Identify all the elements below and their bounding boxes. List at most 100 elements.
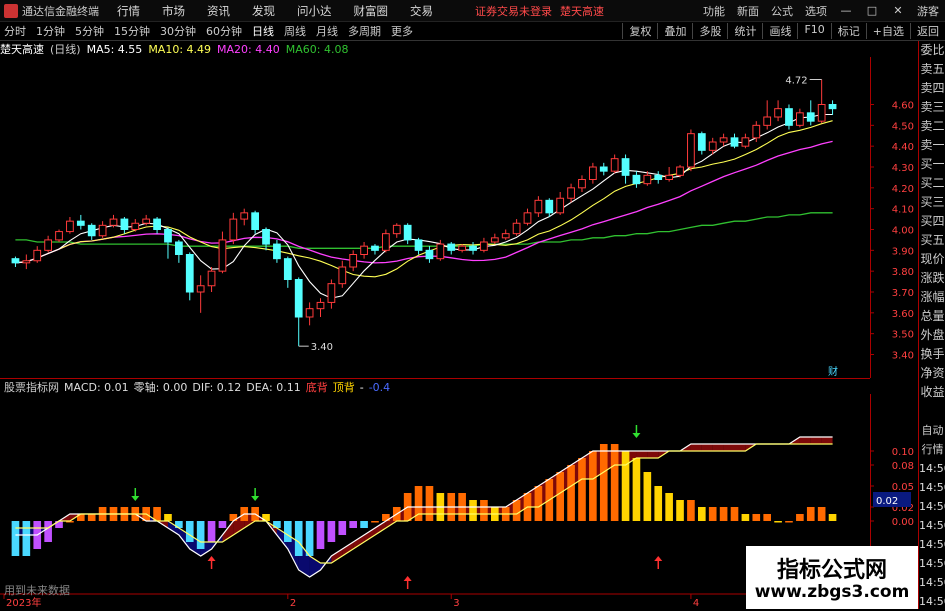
period-30min[interactable]: 30分钟 bbox=[160, 23, 196, 39]
price-tick-label: 3.90 bbox=[892, 246, 914, 257]
guest-label[interactable]: 游客 bbox=[917, 3, 939, 19]
period-15min[interactable]: 15分钟 bbox=[114, 23, 150, 39]
macd-bar bbox=[164, 514, 172, 521]
side-label-17[interactable]: 净资 bbox=[919, 364, 945, 383]
period-month[interactable]: 月线 bbox=[316, 23, 338, 39]
period-60min[interactable]: 60分钟 bbox=[206, 23, 242, 39]
candle-body bbox=[643, 174, 652, 185]
watermark-title: 指标公式网 bbox=[776, 558, 887, 583]
macd-bar bbox=[567, 465, 575, 521]
period-day[interactable]: 日线 bbox=[252, 23, 274, 39]
btn-fuquan[interactable]: 复权 bbox=[622, 23, 657, 39]
dif-dea-ribbon bbox=[734, 444, 746, 451]
side-label-8[interactable]: 买三 bbox=[919, 193, 945, 212]
menu-xuanxiang[interactable]: 选项 bbox=[805, 3, 827, 19]
maximize-icon[interactable]: □ bbox=[865, 4, 879, 17]
candlestick-chart[interactable]: 4.60 4.50 4.40 4.30 4.20 4.10 4.00 3.90 3.80 3.70… bbox=[0, 57, 918, 378]
menu-hangqing[interactable]: 行情 bbox=[117, 3, 140, 19]
price-tick-label: 3.40 bbox=[892, 351, 914, 362]
btn-duogu[interactable]: 多股 bbox=[692, 23, 727, 39]
btn-huaxian[interactable]: 画线 bbox=[762, 23, 797, 39]
period-5min[interactable]: 5分钟 bbox=[75, 23, 104, 39]
side-label-13[interactable]: 涨幅 bbox=[919, 288, 945, 307]
period-toolbar: 分时 1分钟 5分钟 15分钟 30分钟 60分钟 日线 周线 月线 多周期 更… bbox=[0, 22, 945, 41]
side-label-24[interactable]: 14:50 bbox=[919, 497, 945, 516]
side-label-3[interactable]: 卖三 bbox=[919, 98, 945, 117]
side-label-4[interactable]: 卖二 bbox=[919, 117, 945, 136]
btn-diejia[interactable]: 叠加 bbox=[657, 23, 692, 39]
low-price-label: 3.40 bbox=[311, 342, 333, 353]
candle-body bbox=[109, 218, 118, 226]
side-label-28[interactable]: 14:50 bbox=[919, 573, 945, 592]
btn-biaoji[interactable]: 标记 bbox=[830, 23, 866, 39]
period-week[interactable]: 周线 bbox=[284, 23, 306, 39]
menu-gongneng[interactable]: 功能 bbox=[703, 3, 725, 19]
period-fenshi[interactable]: 分时 bbox=[4, 23, 26, 39]
btn-f10[interactable]: F10 bbox=[797, 23, 830, 39]
side-label-7[interactable]: 买二 bbox=[919, 174, 945, 193]
candle-body bbox=[164, 229, 172, 243]
candle-body bbox=[719, 137, 728, 143]
candle-body bbox=[283, 258, 292, 281]
side-label-10[interactable]: 买五 bbox=[919, 231, 945, 250]
side-label-15[interactable]: 外盘 bbox=[919, 326, 945, 345]
menu-caifuquan[interactable]: 财富圈 bbox=[354, 3, 389, 19]
side-label-26[interactable]: 14:50 bbox=[919, 535, 945, 554]
candle-body bbox=[142, 218, 151, 224]
side-label-0[interactable]: 委比 bbox=[919, 41, 945, 60]
side-label-29[interactable]: 14:50 bbox=[919, 592, 945, 611]
btn-fanhui[interactable]: 返回 bbox=[910, 23, 945, 39]
side-label-22[interactable]: 14:50 bbox=[919, 459, 945, 478]
macd-bar bbox=[621, 451, 630, 521]
macd-bar bbox=[556, 472, 564, 521]
candle-body bbox=[33, 249, 42, 262]
candle-body bbox=[501, 233, 510, 239]
side-label-21[interactable]: 行情 bbox=[919, 440, 945, 459]
btn-tongji[interactable]: 统计 bbox=[727, 23, 762, 39]
side-label-11[interactable]: 现价 bbox=[919, 250, 945, 269]
side-label-23[interactable]: 14:50 bbox=[919, 478, 945, 497]
future-data-note: 用到未来数据 bbox=[4, 584, 70, 597]
side-label-27[interactable]: 14:50 bbox=[919, 554, 945, 573]
minimize-icon[interactable]: — bbox=[839, 4, 853, 17]
side-label-12[interactable]: 涨跌 bbox=[919, 269, 945, 288]
side-label-2[interactable]: 卖四 bbox=[919, 79, 945, 98]
side-label-16[interactable]: 换手 bbox=[919, 345, 945, 364]
candle-body bbox=[806, 112, 815, 122]
login-warning[interactable]: 证券交易未登录 bbox=[475, 3, 552, 19]
side-label-1[interactable]: 卖五 bbox=[919, 60, 945, 79]
macd-bar bbox=[665, 493, 673, 521]
price-tick-label: 4.50 bbox=[892, 121, 914, 132]
macd-bar bbox=[218, 521, 227, 528]
menu-jiaoyi[interactable]: 交易 bbox=[410, 3, 433, 19]
side-label-14[interactable]: 总量 bbox=[919, 307, 945, 326]
macd-bar bbox=[698, 507, 706, 521]
menu-wenxiaoda[interactable]: 问小达 bbox=[297, 3, 332, 19]
macd-bar bbox=[719, 507, 728, 521]
macd-bar bbox=[708, 507, 717, 521]
side-label-6[interactable]: 买一 bbox=[919, 155, 945, 174]
menu-zixun[interactable]: 资讯 bbox=[207, 3, 230, 19]
close-icon[interactable]: ✕ bbox=[891, 4, 905, 17]
candle-body bbox=[480, 241, 488, 251]
side-label-19[interactable] bbox=[919, 402, 945, 421]
side-label-9[interactable]: 买四 bbox=[919, 212, 945, 231]
macd-bar bbox=[599, 444, 608, 521]
side-label-25[interactable]: 14:50 bbox=[919, 516, 945, 535]
side-label-5[interactable]: 卖一 bbox=[919, 136, 945, 155]
menu-shichang[interactable]: 市场 bbox=[162, 3, 185, 19]
menu-gongshi[interactable]: 公式 bbox=[771, 3, 793, 19]
indicator-name[interactable]: 股票指标网 bbox=[4, 379, 59, 395]
period-more[interactable]: 更多 bbox=[391, 23, 413, 39]
period-multi[interactable]: 多周期 bbox=[348, 23, 381, 39]
macd-bar bbox=[796, 514, 804, 521]
menu-faxian[interactable]: 发现 bbox=[252, 3, 275, 19]
menu-xinmian[interactable]: 新面 bbox=[737, 3, 759, 19]
macd-bar bbox=[425, 486, 434, 521]
dif-dea-ribbon bbox=[647, 451, 659, 458]
side-label-18[interactable]: 收益 bbox=[919, 383, 945, 402]
period-1min[interactable]: 1分钟 bbox=[36, 23, 65, 39]
btn-zixuan[interactable]: +自选 bbox=[865, 23, 910, 39]
candle-body bbox=[55, 231, 63, 241]
side-label-20[interactable]: 自动 bbox=[919, 421, 945, 440]
